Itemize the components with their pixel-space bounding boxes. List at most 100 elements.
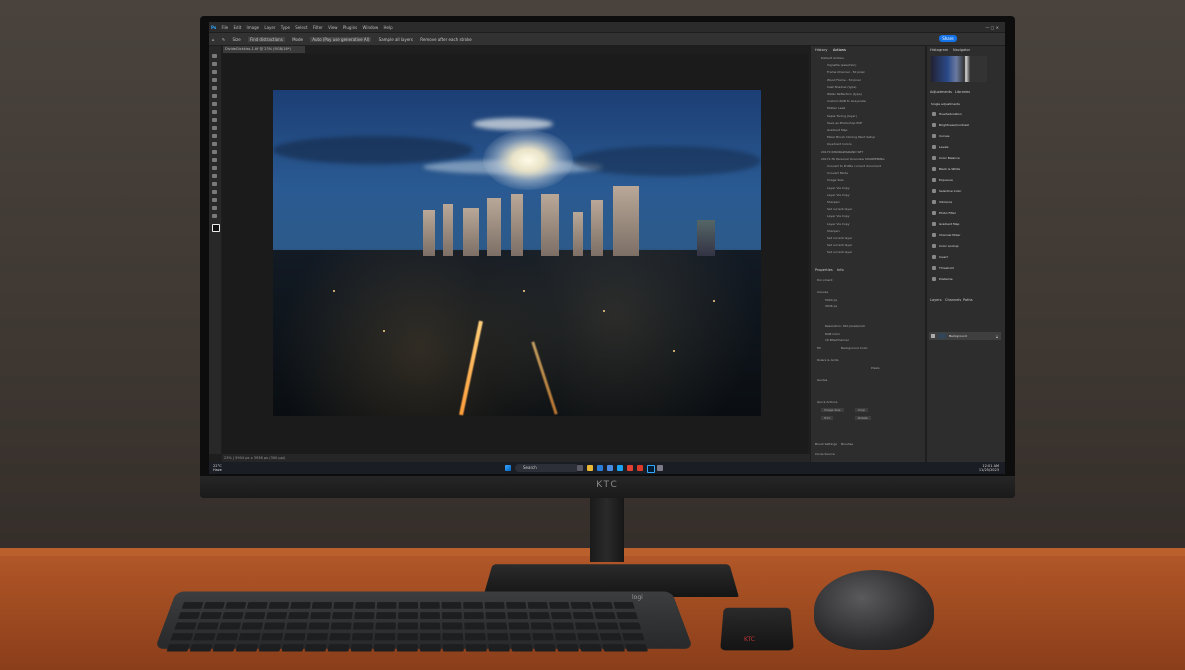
- tab-histogram[interactable]: Histogram: [930, 48, 948, 52]
- stamp-tool-icon[interactable]: [212, 126, 217, 130]
- menu-help[interactable]: Help: [384, 25, 393, 30]
- width-value[interactable]: 5904 px: [825, 298, 837, 302]
- action-item[interactable]: Layer Via Copy: [827, 186, 850, 190]
- trim-button[interactable]: Trim: [821, 416, 834, 420]
- tab-brushes[interactable]: Brushes: [841, 442, 853, 446]
- brush-tool-icon[interactable]: ✎: [222, 37, 225, 42]
- rotate-button[interactable]: Rotate: [855, 416, 871, 420]
- eraser-tool-icon[interactable]: [212, 142, 217, 146]
- adjustment-item[interactable]: Hue/Saturation: [939, 112, 962, 116]
- action-item[interactable]: 20171-TK Personal Overview SHARPENING: [821, 157, 885, 161]
- tab-history[interactable]: History: [815, 48, 827, 52]
- pixels-select[interactable]: Pixels: [871, 366, 880, 370]
- background-color-select[interactable]: Background Color: [841, 346, 868, 350]
- crop-tool-icon[interactable]: [212, 86, 217, 90]
- color-swatch-icon[interactable]: [212, 224, 220, 232]
- adjustment-item[interactable]: Posterize: [939, 277, 953, 281]
- adjustment-item[interactable]: Exposure: [939, 178, 953, 182]
- marquee-tool-icon[interactable]: [212, 62, 217, 66]
- action-item[interactable]: Gradient Map: [827, 128, 847, 132]
- action-item[interactable]: Set current layer: [827, 243, 852, 247]
- menu-filter[interactable]: Filter: [313, 25, 323, 30]
- menu-layer[interactable]: Layer: [264, 25, 275, 30]
- action-item[interactable]: Sepia Toning (layer): [827, 114, 857, 118]
- type-tool-icon[interactable]: [212, 182, 217, 186]
- dodge-tool-icon[interactable]: [212, 166, 217, 170]
- share-button[interactable]: Share: [939, 35, 957, 42]
- tab-libraries[interactable]: Libraries: [955, 90, 970, 94]
- action-item[interactable]: 20170 INSDRAWGRAND SET: [821, 150, 863, 154]
- adjustment-item[interactable]: Invert: [939, 255, 948, 259]
- find-distractions-button[interactable]: Find distractions: [247, 37, 285, 42]
- adjustment-item[interactable]: Brightness/Contrast: [939, 123, 969, 127]
- window-controls[interactable]: — ▢ ✕: [985, 25, 999, 30]
- shape-tool-icon[interactable]: [212, 198, 217, 202]
- photoshop-icon[interactable]: [647, 465, 655, 473]
- adjustment-item[interactable]: Levels: [939, 145, 948, 149]
- tab-paths[interactable]: Paths: [963, 298, 973, 302]
- action-item[interactable]: Water Reflection (type): [827, 92, 862, 96]
- tab-brush-settings[interactable]: Brush Settings: [815, 442, 837, 446]
- home-icon[interactable]: ⌂: [212, 37, 215, 42]
- action-item[interactable]: Wood Frame - 50 pixel: [827, 78, 861, 82]
- taskbar-clock[interactable]: 12:01 AM 11/25/2023: [969, 464, 999, 472]
- menu-plugins[interactable]: Plugins: [343, 25, 357, 30]
- menu-window[interactable]: Window: [362, 25, 378, 30]
- blur-tool-icon[interactable]: [212, 158, 217, 162]
- action-item[interactable]: Mixer Brush Cloning Paint Setup: [827, 135, 875, 139]
- adjustment-item[interactable]: Gradient Map: [939, 222, 959, 226]
- tab-info[interactable]: Info: [837, 268, 844, 272]
- healing-tool-icon[interactable]: [212, 110, 217, 114]
- remove-after-stroke-checkbox[interactable]: Remove after each stroke: [420, 37, 471, 42]
- action-item[interactable]: Sharpen: [827, 229, 840, 233]
- pen-tool-icon[interactable]: [212, 174, 217, 178]
- brush-tool-icon[interactable]: [212, 118, 217, 122]
- chrome-icon[interactable]: [637, 465, 643, 471]
- tab-actions[interactable]: Actions: [833, 48, 846, 52]
- action-item[interactable]: Custom RGB to Grayscale: [827, 99, 866, 103]
- action-item[interactable]: Molten Lead: [827, 106, 845, 110]
- mail-icon[interactable]: [607, 465, 613, 471]
- action-item[interactable]: Image Size: [827, 178, 844, 182]
- action-item[interactable]: Set current layer: [827, 236, 852, 240]
- height-value[interactable]: 3936 px: [825, 304, 837, 308]
- action-item[interactable]: Layer Via Copy: [827, 222, 850, 226]
- adjustment-item[interactable]: Channel Mixer: [939, 233, 960, 237]
- eyedropper-tool-icon[interactable]: [212, 102, 217, 106]
- hand-tool-icon[interactable]: [212, 206, 217, 210]
- zoom-tool-icon[interactable]: [212, 214, 217, 218]
- weather-widget[interactable]: 22°C Haze: [213, 464, 222, 472]
- action-item[interactable]: Cast Shadow (type): [827, 85, 856, 89]
- tab-properties[interactable]: Properties: [815, 268, 833, 272]
- action-item[interactable]: Convert Mode: [827, 171, 848, 175]
- action-item[interactable]: Sharpen: [827, 200, 840, 204]
- action-item[interactable]: Set current layer: [827, 250, 852, 254]
- adjustment-item[interactable]: Curves: [939, 134, 949, 138]
- history-brush-icon[interactable]: [212, 134, 217, 138]
- action-item[interactable]: Layer Via Copy: [827, 193, 850, 197]
- tab-adjustments[interactable]: Adjustments: [930, 90, 952, 94]
- adjustment-item[interactable]: Black & White: [939, 167, 960, 171]
- depth-value[interactable]: 16 Bits/Channel: [825, 338, 849, 342]
- lasso-tool-icon[interactable]: [212, 70, 217, 74]
- office-icon[interactable]: [627, 465, 633, 471]
- menu-edit[interactable]: Edit: [234, 25, 242, 30]
- adjustment-item[interactable]: Threshold: [939, 266, 954, 270]
- tab-navigator[interactable]: Navigator: [953, 48, 970, 52]
- taskbar-search[interactable]: Search: [515, 464, 579, 472]
- frame-tool-icon[interactable]: [212, 94, 217, 98]
- move-tool-icon[interactable]: [212, 54, 217, 58]
- adjustment-item[interactable]: Vibrance: [939, 200, 952, 204]
- action-item[interactable]: Set current layer: [827, 207, 852, 211]
- object-select-tool-icon[interactable]: [212, 78, 217, 82]
- edge-icon[interactable]: [597, 465, 603, 471]
- action-item[interactable]: Layer Via Copy: [827, 214, 850, 218]
- adjustment-item[interactable]: Color Balance: [939, 156, 960, 160]
- layer-row[interactable]: Background 🔒︎: [929, 332, 1001, 340]
- action-item[interactable]: Vignette (selection): [827, 63, 856, 67]
- tab-clone-source[interactable]: Clone Source: [815, 452, 835, 456]
- eye-icon[interactable]: [931, 334, 935, 338]
- sample-all-layers-checkbox[interactable]: Sample all layers: [379, 37, 413, 42]
- menu-type[interactable]: Type: [281, 25, 290, 30]
- adjustment-item[interactable]: Color Lookup: [939, 244, 959, 248]
